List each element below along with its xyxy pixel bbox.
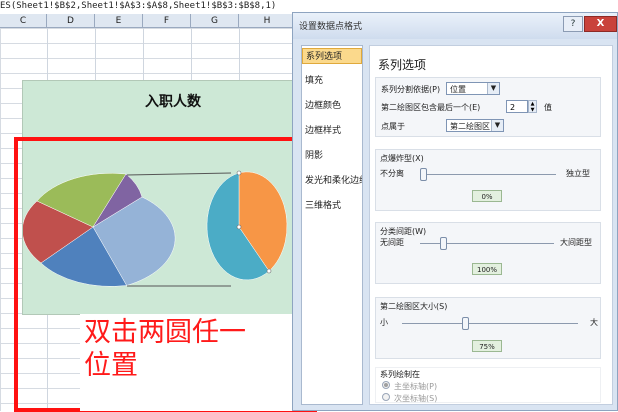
second-plot-value: 2 — [510, 103, 516, 112]
chevron-down-icon[interactable]: ▼ — [487, 83, 499, 94]
nav-item-fill[interactable]: 填充 — [302, 73, 362, 89]
spinner-arrows-icon[interactable]: ▲ ▼ — [528, 100, 537, 113]
gap-min-label: 无间距 — [380, 238, 404, 247]
size-value[interactable]: 75% — [472, 340, 502, 352]
gap-value[interactable]: 100% — [472, 263, 502, 275]
chevron-down-icon[interactable]: ▼ — [491, 120, 503, 131]
gap-slider-thumb[interactable] — [440, 237, 447, 250]
explosion-min-label: 不分离 — [380, 169, 404, 178]
column-header-g[interactable]: G — [191, 14, 239, 28]
column-header-e[interactable]: E — [95, 14, 143, 28]
close-button[interactable]: X — [584, 16, 617, 32]
dialog-title: 设置数据点格式 — [299, 22, 363, 32]
dialog-nav: 系列选项 填充 边框颜色 边框样式 阴影 发光和柔化边缘 三维格式 — [301, 45, 363, 405]
size-max-label: 大 — [590, 318, 598, 327]
caption-line: 位置 — [84, 350, 138, 381]
second-plot-size-label: 第二绘图区大小(S) — [380, 302, 448, 311]
nav-item-series-options[interactable]: 系列选项 — [302, 48, 362, 64]
gap-width-section: 分类间距(W) 无间距 大间距型 100% — [375, 222, 601, 284]
explosion-slider-thumb[interactable] — [420, 168, 427, 181]
primary-axis-label: 主坐标轴(P) — [394, 382, 438, 391]
content-heading: 系列选项 — [378, 58, 427, 72]
size-min-label: 小 — [380, 318, 388, 327]
format-data-point-dialog[interactable]: 设置数据点格式 ? X 系列选项 填充 边框颜色 边框样式 阴影 发光和柔化边缘… — [292, 12, 618, 411]
second-plot-unit: 值 — [544, 103, 552, 112]
explosion-max-label: 独立型 — [566, 169, 590, 178]
secondary-axis-radio[interactable] — [382, 393, 390, 401]
plot-series-on-label: 系列绘制在 — [380, 370, 420, 379]
instruction-caption: 双击两圆任一 位置 — [84, 316, 314, 382]
split-by-dropdown[interactable]: 位置 ▼ — [446, 82, 500, 95]
gap-width-label: 分类间距(W) — [380, 227, 427, 236]
point-in-dropdown[interactable]: 第二绘图区 ▼ — [446, 119, 504, 132]
point-in-value: 第二绘图区 — [450, 122, 490, 131]
explosion-slider-track[interactable] — [420, 174, 556, 175]
caption-line: 双击两圆任一 — [84, 317, 246, 348]
gap-max-label: 大间距型 — [560, 238, 592, 247]
nav-item-shadow[interactable]: 阴影 — [302, 148, 362, 164]
nav-item-glow-soft-edges[interactable]: 发光和柔化边缘 — [302, 173, 362, 189]
plot-series-on-section: 系列绘制在 主坐标轴(P) 次坐标轴(S) — [375, 367, 601, 403]
point-in-label: 点属于 — [381, 122, 405, 131]
primary-axis-radio[interactable] — [382, 381, 390, 389]
second-plot-label: 第二绘图区包含最后一个(E) — [381, 103, 481, 112]
nav-item-3d-format[interactable]: 三维格式 — [302, 198, 362, 214]
explosion-label: 点爆炸型(X) — [380, 154, 424, 163]
column-header-c[interactable]: C — [0, 14, 47, 28]
column-header-f[interactable]: F — [143, 14, 191, 28]
secondary-axis-label: 次坐标轴(S) — [394, 394, 438, 403]
split-options-section: 系列分割依据(P) 位置 ▼ 第二绘图区包含最后一个(E) 2 ▲ ▼ 值 点属于… — [375, 77, 601, 137]
nav-item-border-color[interactable]: 边框颜色 — [302, 98, 362, 114]
column-header-d[interactable]: D — [47, 14, 95, 28]
dialog-content: 系列选项 系列分割依据(P) 位置 ▼ 第二绘图区包含最后一个(E) 2 ▲ ▼ … — [369, 45, 613, 405]
explosion-value[interactable]: 0% — [472, 190, 502, 202]
second-plot-spinner[interactable]: 2 — [506, 100, 528, 113]
split-by-value: 位置 — [450, 85, 466, 94]
nav-item-border-style[interactable]: 边框样式 — [302, 123, 362, 139]
explosion-section: 点爆炸型(X) 不分离 独立型 0% — [375, 149, 601, 211]
size-slider-track[interactable] — [402, 323, 578, 324]
dialog-titlebar[interactable]: 设置数据点格式 ? X — [293, 13, 617, 39]
column-header-h[interactable]: H — [239, 14, 296, 28]
formula-bar[interactable]: ES(Sheet1!$B$2,Sheet1!$A$3:$A$8,Sheet1!$… — [0, 0, 296, 13]
split-by-label: 系列分割依据(P) — [381, 85, 441, 94]
size-slider-thumb[interactable] — [462, 317, 469, 330]
second-plot-size-section: 第二绘图区大小(S) 小 大 75% — [375, 297, 601, 359]
help-button[interactable]: ? — [563, 16, 583, 32]
